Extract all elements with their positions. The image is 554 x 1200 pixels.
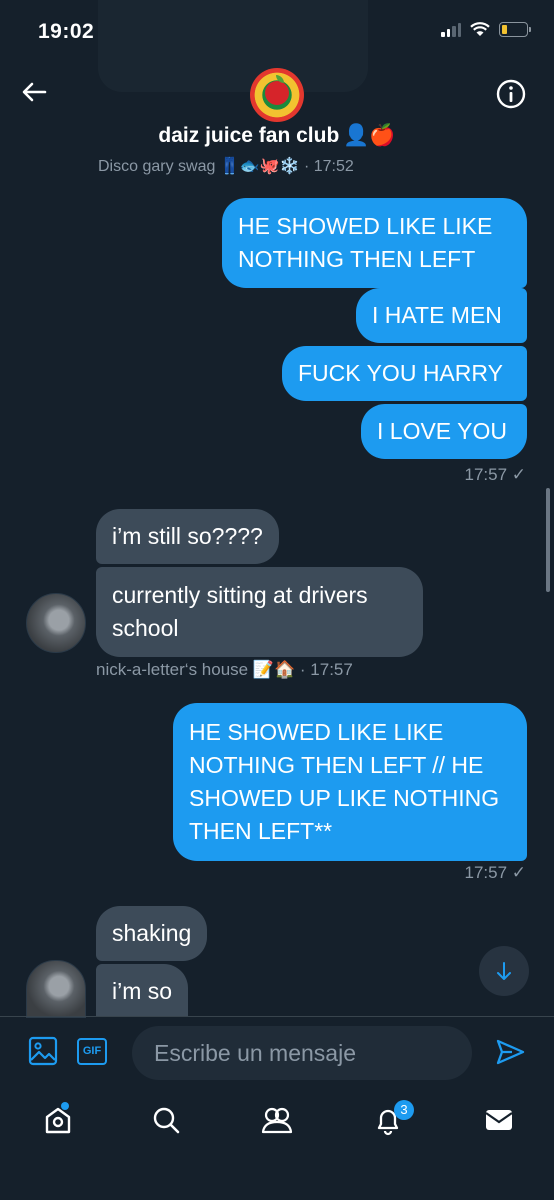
incoming-message[interactable]: currently sitting at drivers school (96, 567, 423, 657)
scroll-down-button[interactable] (479, 946, 529, 996)
outgoing-message[interactable]: FUCK YOU HARRY (282, 346, 527, 401)
nav-home[interactable] (38, 1100, 78, 1140)
outgoing-message[interactable]: I LOVE YOU (361, 404, 527, 459)
wifi-icon (470, 22, 490, 36)
arrow-down-icon (497, 962, 511, 980)
cellular-signal-icon (441, 22, 461, 37)
nav-communities[interactable] (257, 1100, 297, 1140)
sender-avatar[interactable] (26, 960, 86, 1018)
conversation-title[interactable]: daiz juice fan club 👤🍎 (0, 124, 554, 148)
battery-icon (499, 22, 531, 37)
message-meta: Disco gary swag 👖🐟🐙❄️ · 17:52 (98, 158, 354, 175)
message-meta: nick-a-letter‘s house 📝🏠 · 17:57 (96, 660, 353, 679)
message-meta: 17:57 ✓ (464, 863, 526, 882)
mail-icon (485, 1110, 513, 1130)
title-emoji: 👤🍎 (343, 124, 396, 148)
group-avatar[interactable] (250, 68, 304, 122)
outgoing-message[interactable]: I HATE MEN (356, 288, 527, 343)
message-input[interactable]: Escribe un mensaje (132, 1026, 472, 1080)
scrollbar[interactable] (546, 488, 550, 592)
status-time: 19:02 (38, 20, 95, 43)
message-meta: 17:57 ✓ (464, 465, 526, 484)
incoming-message[interactable]: i’m so (96, 964, 189, 1016)
ghost-bubble (98, 0, 368, 92)
search-icon (153, 1107, 180, 1134)
back-arrow-icon[interactable] (18, 76, 50, 108)
notification-count-badge: 3 (394, 1100, 414, 1120)
outgoing-message[interactable]: HE SHOWED LIKE LIKE NOTHING THEN LEFT //… (173, 703, 527, 861)
incoming-message[interactable]: i’m still so???? (96, 509, 279, 564)
nav-messages[interactable] (479, 1100, 519, 1140)
image-icon[interactable] (28, 1036, 58, 1066)
gif-button[interactable]: GIF (77, 1038, 107, 1065)
nav-search[interactable] (146, 1100, 186, 1140)
incoming-message[interactable]: shaking (96, 906, 208, 961)
home-icon (45, 1107, 71, 1134)
status-icons (441, 22, 531, 37)
home-notification-dot (61, 1102, 69, 1110)
conversation-title-text: daiz juice fan club (158, 124, 340, 147)
info-icon[interactable] (495, 78, 527, 110)
send-icon[interactable] (494, 1036, 526, 1068)
sender-avatar[interactable] (26, 593, 86, 653)
outgoing-message[interactable]: HE SHOWED LIKE LIKE NOTHING THEN LEFT (222, 198, 527, 288)
divider (0, 1016, 554, 1017)
apple-icon (265, 81, 289, 105)
communities-icon (261, 1107, 293, 1134)
